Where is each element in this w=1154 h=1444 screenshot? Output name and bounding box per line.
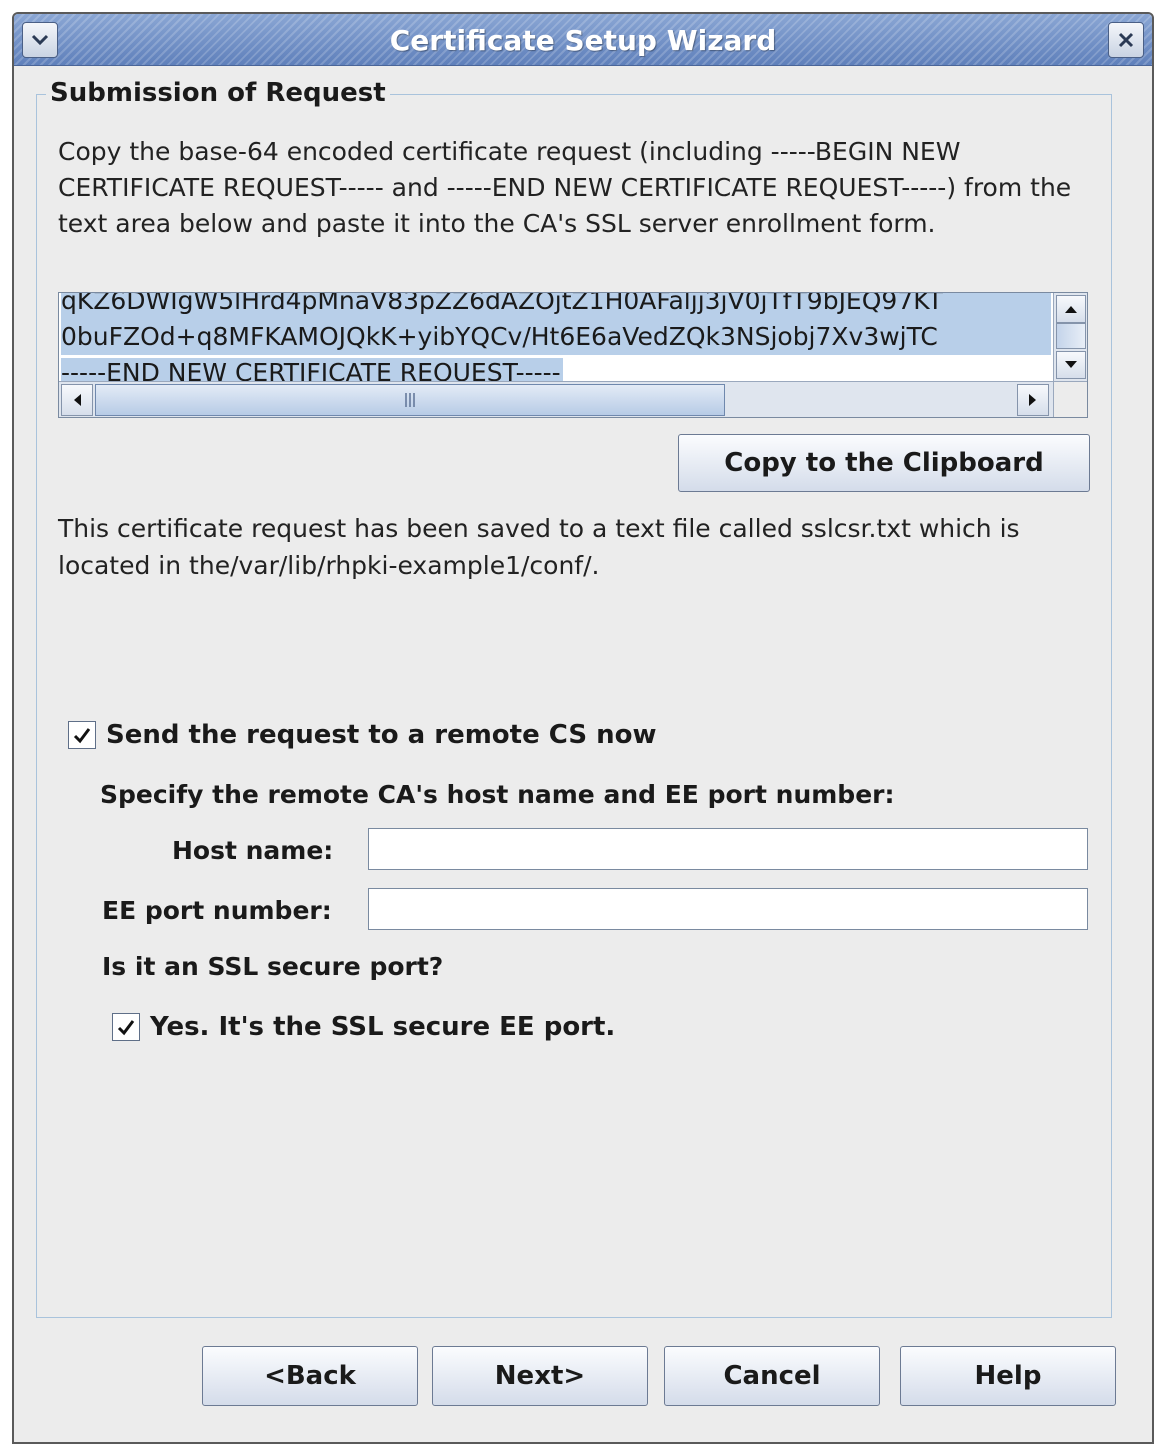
close-icon (1118, 32, 1134, 48)
scroll-corner (1053, 381, 1087, 417)
arrow-up-icon (1065, 306, 1077, 313)
help-button[interactable]: Help (900, 1346, 1116, 1406)
ssl-checkbox-row[interactable]: Yes. It's the SSL secure EE port. (112, 1012, 615, 1042)
arrow-right-icon (1029, 394, 1036, 406)
request-line: qKZ6DWIgW5lHrd4pMnaV83pZZ6dAZOjtZ1H0AFal… (61, 293, 1051, 319)
send-remote-label: Send the request to a remote CS now (106, 720, 657, 750)
instruction-text: Copy the base-64 encoded certificate req… (58, 137, 1072, 238)
vertical-scrollbar[interactable] (1053, 293, 1087, 381)
send-remote-checkbox-row[interactable]: Send the request to a remote CS now (68, 720, 657, 750)
window-title: Certificate Setup Wizard (389, 24, 777, 57)
send-remote-checkbox[interactable] (68, 721, 96, 749)
ee-port-label: EE port number: (102, 896, 332, 925)
title-bar[interactable]: Certificate Setup Wizard (14, 14, 1152, 66)
certificate-request-textarea[interactable]: qKZ6DWIgW5lHrd4pMnaV83pZZ6dAZOjtZ1H0AFal… (58, 292, 1088, 418)
cancel-button[interactable]: Cancel (664, 1346, 880, 1406)
arrow-down-icon (1065, 361, 1077, 368)
copy-to-clipboard-button[interactable]: Copy to the Clipboard (678, 434, 1090, 492)
vertical-scroll-thumb[interactable] (1056, 323, 1086, 349)
saved-file-text: This certificate request has been saved … (58, 514, 1020, 580)
close-button[interactable] (1108, 22, 1144, 58)
ee-port-input[interactable] (368, 888, 1088, 930)
checkmark-icon (73, 728, 91, 744)
ssl-question: Is it an SSL secure port? (102, 952, 444, 981)
group-legend: Submission of Request (46, 78, 390, 108)
ssl-secure-label: Yes. It's the SSL secure EE port. (150, 1012, 616, 1042)
grip-icon (405, 393, 415, 407)
scroll-down-button[interactable] (1056, 351, 1086, 379)
next-button[interactable]: Next> (432, 1346, 648, 1406)
checkmark-icon (117, 1020, 135, 1036)
host-name-label: Host name: (172, 836, 334, 865)
scroll-up-button[interactable] (1056, 295, 1086, 323)
scroll-right-button[interactable] (1017, 384, 1049, 416)
submission-group (36, 94, 1112, 1318)
remote-instruction: Specify the remote CA's host name and EE… (100, 780, 895, 809)
arrow-left-icon (74, 394, 81, 406)
horizontal-scrollbar[interactable] (59, 381, 1053, 417)
host-name-input[interactable] (368, 828, 1088, 870)
scroll-left-button[interactable] (61, 384, 93, 416)
ssl-secure-checkbox[interactable] (112, 1013, 140, 1041)
horizontal-scroll-thumb[interactable] (95, 384, 725, 416)
back-button[interactable]: <Back (202, 1346, 418, 1406)
request-line: 0buFZOd+q8MFKAMOJQkK+yibYQCv/Ht6E6aVedZQ… (61, 319, 1051, 355)
